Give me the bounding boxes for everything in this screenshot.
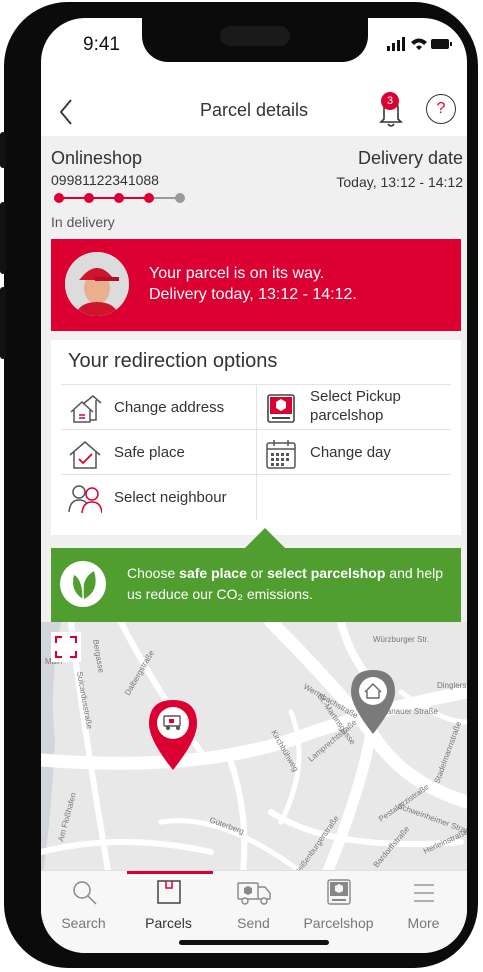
home-indicator[interactable] xyxy=(179,940,329,945)
banner-line-1: Your parcel is on its way. xyxy=(149,265,325,282)
redirection-title: Your redirection options xyxy=(68,350,278,372)
expand-icon xyxy=(55,636,77,658)
option-change-day[interactable]: Change day xyxy=(264,431,454,475)
eco-text-middle: or xyxy=(246,565,268,581)
fullscreen-button[interactable] xyxy=(51,632,81,662)
pickup-parcelshop-icon xyxy=(267,394,295,423)
tab-more[interactable]: More xyxy=(381,871,466,951)
status-time: 9:41 xyxy=(83,34,120,55)
eco-message: Choose safe place or select parcelshop a… xyxy=(127,563,447,605)
option-change-address[interactable]: Change address xyxy=(68,386,248,430)
option-select-neighbour[interactable]: Select neighbour xyxy=(68,476,248,520)
delivery-progress xyxy=(54,193,185,203)
volume-down-button xyxy=(0,287,6,359)
parcel-number: 09981122341088 xyxy=(51,172,159,188)
delivery-time: Today, 13:12 - 14:12 xyxy=(336,174,463,190)
search-icon xyxy=(73,881,97,905)
tab-label: Parcelshop xyxy=(303,915,374,931)
status-bar: 9:41 xyxy=(41,18,467,74)
option-safe-place[interactable]: Safe place xyxy=(68,431,248,475)
notification-badge: 3 xyxy=(381,92,399,110)
delivery-date-label: Delivery date xyxy=(357,148,463,168)
parcels-icon xyxy=(157,880,181,904)
option-label: Change day xyxy=(310,444,391,461)
map-label: Würzburger Str. xyxy=(373,635,429,644)
eco-text-safe-place[interactable]: safe place xyxy=(179,565,247,581)
tab-label: Parcels xyxy=(145,915,192,931)
divider xyxy=(256,384,257,520)
tab-label: More xyxy=(407,915,440,931)
option-label: Safe place xyxy=(114,444,185,461)
tab-search[interactable]: Search xyxy=(41,871,126,951)
status-icons xyxy=(387,37,452,51)
eco-text-select-parcelshop[interactable]: select parcelshop xyxy=(267,565,385,581)
notch xyxy=(142,18,368,62)
banner-message: Your parcel is on its way. Delivery toda… xyxy=(149,263,357,305)
tab-send[interactable]: Send xyxy=(211,871,296,951)
parcelshop-icon xyxy=(327,879,351,905)
change-address-icon xyxy=(70,395,102,423)
app-screen: 9:41 Parcel details 3 ? Onlineshop 09981 xyxy=(41,18,467,953)
shop-name: Onlineshop xyxy=(51,148,143,168)
content-area: Onlineshop 09981122341088 Delivery date … xyxy=(41,136,467,888)
eco-banner: Choose safe place or select parcelshop a… xyxy=(51,528,461,622)
send-icon xyxy=(237,882,271,905)
tab-label: Send xyxy=(237,915,270,931)
redirection-card: Your redirection options Change address xyxy=(51,340,461,535)
tab-parcels[interactable]: Parcels xyxy=(126,871,211,951)
delivery-banner: Your parcel is on its way. Delivery toda… xyxy=(51,239,461,331)
map-label: Dinglerstr. xyxy=(437,681,467,690)
option-select-pickup-parcelshop[interactable]: Select Pickup parcelshop xyxy=(264,386,454,430)
eco-text-prefix: Choose xyxy=(127,565,180,581)
neighbour-icon xyxy=(68,485,102,514)
option-label: Select Pickup parcelshop xyxy=(310,388,401,424)
parcel-info: Onlineshop 09981122341088 Delivery date … xyxy=(41,136,467,236)
option-label: Change address xyxy=(114,399,225,416)
map-view[interactable]: Würzburger Str. Wermbachstraße Bergasse … xyxy=(41,622,467,888)
volume-up-button xyxy=(0,202,6,274)
help-button[interactable]: ? xyxy=(426,94,456,124)
tab-parcelshop[interactable]: Parcelshop xyxy=(296,871,381,951)
driver-avatar xyxy=(65,252,129,316)
option-label: Select neighbour xyxy=(114,489,227,506)
leaf-icon xyxy=(60,561,106,607)
tab-label: Search xyxy=(61,915,106,931)
app-header: Parcel details 3 ? xyxy=(41,88,467,136)
calendar-icon xyxy=(266,440,296,469)
street-map[interactable]: Würzburger Str. Wermbachstraße Bergasse … xyxy=(41,622,467,888)
silent-switch xyxy=(0,132,6,168)
banner-line-2: Delivery today, 13:12 - 14:12. xyxy=(149,286,357,303)
menu-icon xyxy=(414,884,434,902)
eco-pointer xyxy=(245,528,285,548)
delivery-status: In delivery xyxy=(51,214,115,230)
safe-place-icon xyxy=(69,441,101,469)
